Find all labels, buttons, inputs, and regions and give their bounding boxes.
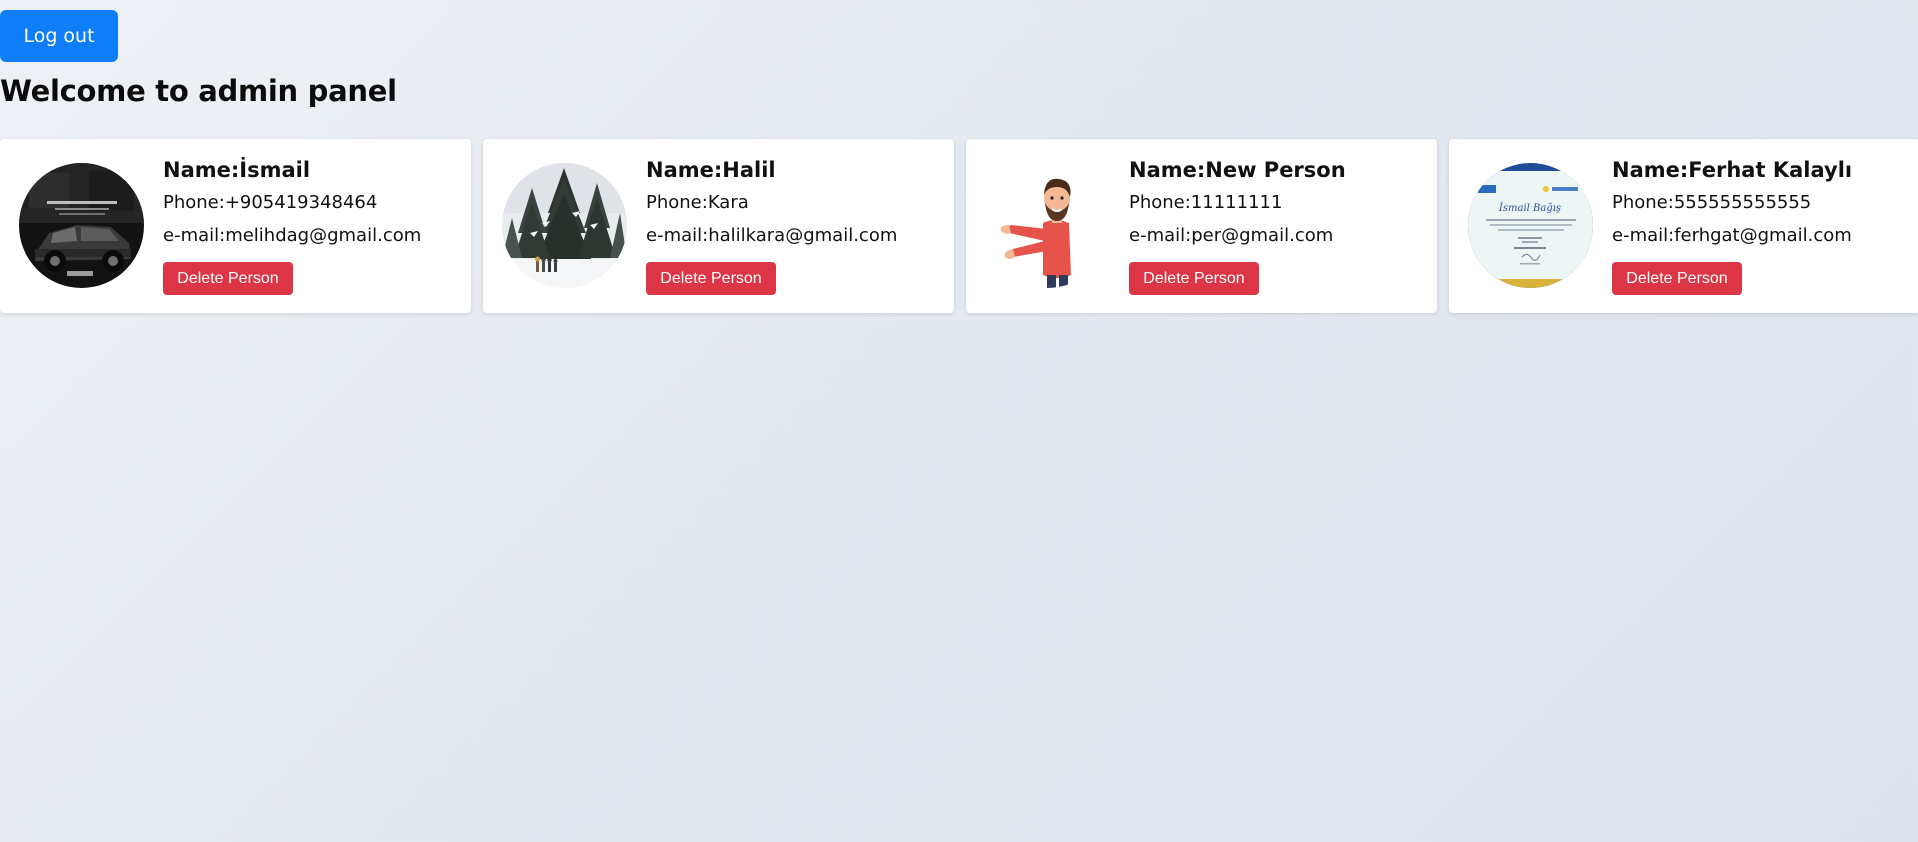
person-info: Name:Halil Phone:Kara e-mail:halilkara@g… [646,157,946,258]
cartoon-man-image [985,163,1110,288]
person-name: Name:New Person [1129,158,1346,182]
person-card: Name:Halil Phone:Kara e-mail:halilkara@g… [483,139,954,313]
person-card-list: Name:İsmail Phone:+905419348464 e-mail:m… [0,139,1918,313]
logout-button[interactable]: Log out [0,10,118,62]
person-name: Name:İsmail [163,158,311,182]
person-info: Name:New Person Phone:11111111 e-mail:pe… [1129,157,1429,258]
person-card: Name:New Person Phone:11111111 e-mail:pe… [966,139,1437,313]
person-avatar: İsmail Bağış [1468,163,1593,288]
person-info: Name:Ferhat Kalaylı Phone:555555555555 e… [1612,157,1912,258]
person-info: Name:İsmail Phone:+905419348464 e-mail:m… [163,157,463,258]
delete-person-button[interactable]: Delete Person [646,262,776,295]
car-photo-image [19,163,144,288]
person-avatar [985,163,1110,288]
certificate-document-image: İsmail Bağış [1468,163,1593,288]
delete-person-button[interactable]: Delete Person [1612,262,1742,295]
person-name: Name:Ferhat Kalaylı [1612,158,1853,182]
person-email: e-mail:ferhgat@gmail.com [1612,225,1852,246]
person-email: e-mail:halilkara@gmail.com [646,225,898,246]
person-name: Name:Halil [646,158,776,182]
delete-person-button[interactable]: Delete Person [163,262,293,295]
person-avatar [19,163,144,288]
delete-person-button[interactable]: Delete Person [1129,262,1259,295]
certificate-title: İsmail Bağış [1498,202,1561,214]
person-phone: Phone:11111111 [1129,192,1283,213]
snowy-forest-image [502,163,627,288]
person-email: e-mail:melihdag@gmail.com [163,225,422,246]
person-email: e-mail:per@gmail.com [1129,225,1334,246]
person-phone: Phone:Kara [646,192,749,213]
person-phone: Phone:+905419348464 [163,192,378,213]
person-card: İsmail Bağış Name:Ferhat Kalaylı Phone:5… [1449,139,1918,313]
page-title: Welcome to admin panel [0,74,397,108]
person-phone: Phone:555555555555 [1612,192,1812,213]
person-card: Name:İsmail Phone:+905419348464 e-mail:m… [0,139,471,313]
person-avatar [502,163,627,288]
